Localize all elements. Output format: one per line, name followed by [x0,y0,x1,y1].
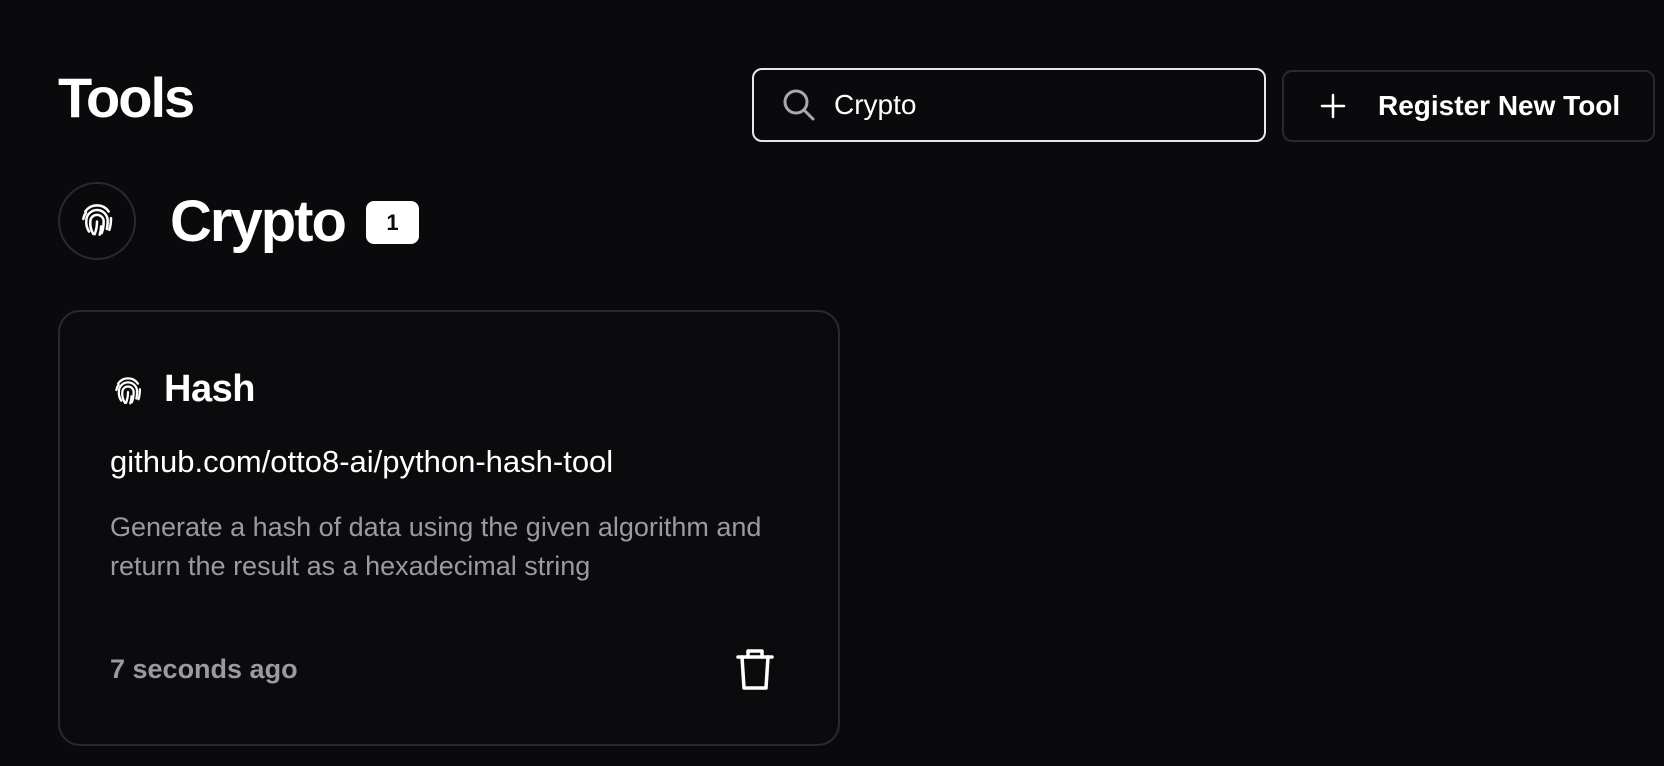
count-badge: 1 [366,201,419,244]
search-icon [780,86,818,124]
delete-button[interactable] [733,648,777,696]
search-box[interactable] [752,68,1266,142]
tools-page: Tools Register New Tool [0,0,1664,766]
category-title: Crypto [170,189,347,254]
register-new-tool-button[interactable]: Register New Tool [1282,70,1655,142]
fingerprint-icon [110,372,146,408]
tool-card[interactable]: Hash github.com/otto8-ai/python-hash-too… [58,310,840,746]
register-new-tool-label: Register New Tool [1378,90,1621,121]
tool-repo: github.com/otto8-ai/python-hash-tool [110,444,614,479]
card-header: Hash [110,368,255,411]
plus-icon [1318,91,1348,121]
fingerprint-icon [77,199,117,244]
tool-name: Hash [164,368,255,410]
category-avatar [58,182,136,260]
search-input[interactable] [834,89,1234,121]
tool-timestamp: 7 seconds ago [110,654,298,684]
trash-icon [735,648,775,697]
page-title: Tools [58,66,195,129]
tool-description: Generate a hash of data using the given … [110,512,762,581]
